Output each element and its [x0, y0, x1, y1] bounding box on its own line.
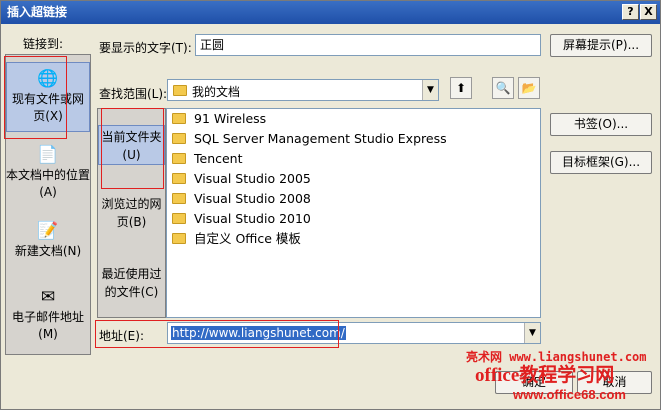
look-in-label: 查找范围(L):: [99, 87, 168, 101]
file-name: Visual Studio 2008: [194, 191, 311, 206]
chevron-down-icon[interactable]: ▼: [524, 323, 540, 343]
look-in-value: 我的文档: [192, 85, 241, 99]
title-bar: 插入超链接: [1, 1, 660, 24]
watermark-line2: office教程学习网: [475, 365, 615, 386]
chevron-down-icon[interactable]: ▼: [422, 80, 438, 100]
open-folder-icon: 📂: [521, 81, 537, 95]
insert-hyperlink-dialog: 插入超链接 ? X 链接到: 🌐 现有文件或网页(X) 📄 本文档中的位置(A)…: [0, 0, 661, 410]
highlight-current-folder: [101, 108, 164, 189]
file-name: Tencent: [194, 151, 243, 166]
browse-web-button[interactable]: 🔍: [492, 77, 514, 99]
folder-icon: [172, 173, 186, 184]
link-new-doc[interactable]: 📝 新建文档(N): [6, 221, 90, 271]
sub-nav-browsed-pages[interactable]: 浏览过的网页(B): [98, 195, 165, 235]
link-doc-place-label: 本文档中的位置(A): [6, 168, 91, 199]
folder-icon: [172, 153, 186, 164]
file-name: SQL Server Management Studio Express: [194, 131, 447, 146]
file-list: 91 Wireless SQL Server Management Studio…: [166, 108, 541, 318]
link-email-label: 电子邮件地址(M): [11, 310, 84, 341]
folder-icon: [172, 213, 186, 224]
help-button[interactable]: ?: [622, 4, 639, 20]
highlight-address: [95, 320, 339, 348]
folder-icon: [173, 85, 187, 96]
email-icon: ✉: [40, 287, 56, 307]
up-folder-button[interactable]: ⬆: [450, 77, 472, 99]
display-text-input[interactable]: 正圆: [195, 34, 541, 56]
new-document-icon: 📝: [37, 221, 59, 241]
close-button[interactable]: X: [640, 4, 657, 20]
bookmark-button[interactable]: 书签(O)...: [550, 113, 652, 136]
look-in-select[interactable]: 我的文档 ▼: [167, 79, 439, 101]
list-item[interactable]: 自定义 Office 模板: [167, 229, 540, 249]
folder-icon: [172, 113, 186, 124]
folder-icon: [172, 233, 186, 244]
sub-nav-recent-files[interactable]: 最近使用过的文件(C): [98, 265, 165, 305]
target-frame-button[interactable]: 目标框架(G)...: [550, 151, 652, 174]
link-to-label: 链接到:: [23, 37, 64, 51]
file-name: 自定义 Office 模板: [194, 231, 301, 246]
document-place-icon: 📄: [37, 145, 59, 165]
list-item[interactable]: Visual Studio 2008: [167, 189, 540, 209]
dialog-title: 插入超链接: [7, 5, 68, 19]
file-name: 91 Wireless: [194, 111, 267, 126]
folder-icon: [172, 193, 186, 204]
list-item[interactable]: 91 Wireless: [167, 109, 540, 129]
folder-icon: [172, 133, 186, 144]
screen-tip-button[interactable]: 屏幕提示(P)...: [550, 34, 652, 57]
search-icon: 🔍: [495, 81, 511, 95]
link-new-doc-label: 新建文档(N): [14, 244, 82, 258]
link-doc-place[interactable]: 📄 本文档中的位置(A): [6, 141, 90, 201]
up-folder-icon: ⬆: [455, 81, 467, 95]
display-text-label: 要显示的文字(T):: [99, 41, 192, 55]
list-item[interactable]: Visual Studio 2010: [167, 209, 540, 229]
browse-file-button[interactable]: 📂: [518, 77, 540, 99]
list-item[interactable]: Visual Studio 2005: [167, 169, 540, 189]
file-name: Visual Studio 2005: [194, 171, 311, 186]
list-item[interactable]: Tencent: [167, 149, 540, 169]
highlight-existing-file: [4, 56, 67, 139]
watermark-line3: www.office68.com: [513, 387, 626, 402]
link-email[interactable]: ✉ 电子邮件地址(M): [6, 287, 90, 347]
list-item[interactable]: SQL Server Management Studio Express: [167, 129, 540, 149]
file-name: Visual Studio 2010: [194, 211, 311, 226]
